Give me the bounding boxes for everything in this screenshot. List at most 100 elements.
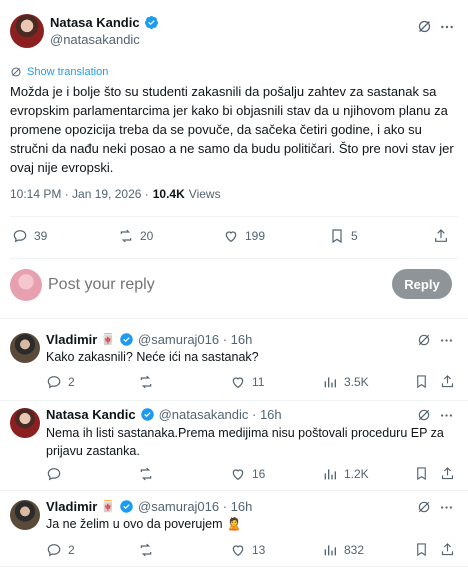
reply-like-button[interactable]: 13 xyxy=(230,542,265,558)
views-icon xyxy=(324,469,336,480)
reply-views-count: 1.2K xyxy=(344,467,369,481)
translate-icon xyxy=(11,67,21,77)
reply-text-row: Ja ne želim u ovo da poverujem 🙎 xyxy=(46,515,241,533)
author-handle[interactable]: @natasakandic xyxy=(50,32,159,47)
like-icon xyxy=(232,377,244,389)
reply-like-count: 16 xyxy=(252,467,266,481)
bookmark-icon[interactable] xyxy=(414,374,429,389)
verified-icon xyxy=(144,15,158,30)
reply-button[interactable]: 39 xyxy=(12,228,47,244)
emoji-icon: 🀄 xyxy=(101,501,115,513)
reply-icon xyxy=(47,376,61,389)
reply-text: Nema ih listi sastanaka.Prema medijima n… xyxy=(46,426,444,458)
grok-icon[interactable] xyxy=(417,408,431,422)
reply-author-handle[interactable]: @natasakandic · 16h xyxy=(159,407,282,422)
reply-like-count: 11 xyxy=(252,375,265,389)
author-header: Natasa Kandic @natasakandic xyxy=(50,15,159,47)
repost-icon xyxy=(140,543,152,557)
reply-author-handle[interactable]: @samuraj016 · 16h xyxy=(138,499,252,514)
divider xyxy=(10,258,458,259)
reply-avatar[interactable] xyxy=(10,333,40,363)
verified-icon xyxy=(120,500,133,513)
reply-reply-button[interactable]: 2 xyxy=(46,374,75,390)
reply-reply-count: 2 xyxy=(68,375,75,389)
repost-button[interactable]: 20 xyxy=(118,228,153,244)
bookmark-button[interactable]: 5 xyxy=(329,228,358,244)
reply-views-count: 3.5K xyxy=(344,375,369,389)
like-count: 199 xyxy=(245,229,266,243)
reply-icon xyxy=(47,468,61,481)
reply-repost-button[interactable] xyxy=(138,374,154,390)
reply-repost-button[interactable] xyxy=(138,466,154,482)
share-icon[interactable] xyxy=(440,466,455,481)
divider xyxy=(0,566,468,567)
post-text: Možda je i bolje što su studenti zakasni… xyxy=(10,84,454,175)
like-button[interactable]: 199 xyxy=(223,228,265,244)
post-meta: 10:14 PM · Jan 19, 2026 · 10.4K Views xyxy=(10,187,221,201)
emoji-icon: 🙎 xyxy=(226,517,242,531)
grok-icon[interactable] xyxy=(417,333,431,347)
reply-input[interactable] xyxy=(48,273,368,297)
reply-author-name[interactable]: Vladimir xyxy=(46,499,97,514)
repost-icon xyxy=(120,229,132,243)
reply-like-button[interactable]: 16 xyxy=(230,466,265,482)
divider xyxy=(0,400,468,401)
reply-header: Vladimir 🀄 @samuraj016 · 16h xyxy=(46,499,252,514)
post-timestamp[interactable]: 10:14 PM · Jan 19, 2026 · xyxy=(10,187,149,201)
reply-like-count: 13 xyxy=(252,543,266,557)
verified-icon xyxy=(120,333,133,346)
reply-text: Kako zakasnili? Neće ići na sastanak? xyxy=(46,350,259,364)
author-avatar[interactable] xyxy=(10,14,44,48)
share-icon[interactable] xyxy=(440,374,455,389)
like-icon xyxy=(232,469,244,481)
like-icon xyxy=(232,545,244,557)
reply-count: 39 xyxy=(34,229,48,243)
show-translation-link[interactable]: Show translation xyxy=(10,66,108,78)
reply-views-button[interactable]: 1.2K xyxy=(322,466,369,482)
bookmark-icon[interactable] xyxy=(414,542,429,557)
reply-views-count: 832 xyxy=(344,543,365,557)
reply-reply-button[interactable] xyxy=(46,466,62,482)
reply-avatar[interactable] xyxy=(10,408,40,438)
share-icon[interactable] xyxy=(433,228,449,244)
more-icon[interactable] xyxy=(439,19,455,35)
more-icon[interactable] xyxy=(439,333,454,348)
reply-submit-button[interactable]: Reply xyxy=(392,269,452,299)
reply-reply-button[interactable]: 2 xyxy=(46,542,75,558)
views-label: Views xyxy=(188,187,221,201)
reply-reply-count: 2 xyxy=(68,543,75,557)
like-icon xyxy=(225,231,237,243)
verified-icon xyxy=(140,408,154,421)
repost-icon xyxy=(140,375,152,389)
divider xyxy=(0,490,468,491)
reply-avatar[interactable] xyxy=(10,500,40,530)
views-icon xyxy=(324,545,336,556)
divider xyxy=(10,216,458,217)
divider xyxy=(0,318,468,319)
bookmark-count: 5 xyxy=(351,229,358,243)
share-icon[interactable] xyxy=(440,542,455,557)
grok-icon[interactable] xyxy=(417,500,431,514)
emoji-icon: 🀄 xyxy=(101,334,115,346)
repost-count: 20 xyxy=(140,229,154,243)
current-user-avatar[interactable] xyxy=(10,269,42,301)
views-icon xyxy=(324,377,336,388)
more-icon[interactable] xyxy=(439,408,454,423)
reply-icon xyxy=(47,544,61,557)
reply-repost-button[interactable] xyxy=(138,542,154,558)
reply-views-button[interactable]: 3.5K xyxy=(322,374,369,390)
views-count: 10.4K xyxy=(152,187,185,201)
reply-like-button[interactable]: 11 xyxy=(230,374,264,390)
author-name[interactable]: Natasa Kandic xyxy=(50,15,140,30)
bookmark-icon[interactable] xyxy=(414,466,429,481)
reply-author-name[interactable]: Vladimir xyxy=(46,332,97,347)
reply-author-name[interactable]: Natasa Kandic xyxy=(46,407,136,422)
reply-text: Ja ne želim u ovo da poverujem xyxy=(46,517,223,531)
bookmark-icon xyxy=(332,229,342,244)
repost-icon xyxy=(140,467,152,481)
reply-views-button[interactable]: 832 xyxy=(322,542,364,558)
more-icon[interactable] xyxy=(439,500,454,515)
grok-icon[interactable] xyxy=(417,19,432,34)
reply-header: Natasa Kandic @natasakandic · 16h xyxy=(46,407,282,422)
reply-author-handle[interactable]: @samuraj016 · 16h xyxy=(138,332,252,347)
